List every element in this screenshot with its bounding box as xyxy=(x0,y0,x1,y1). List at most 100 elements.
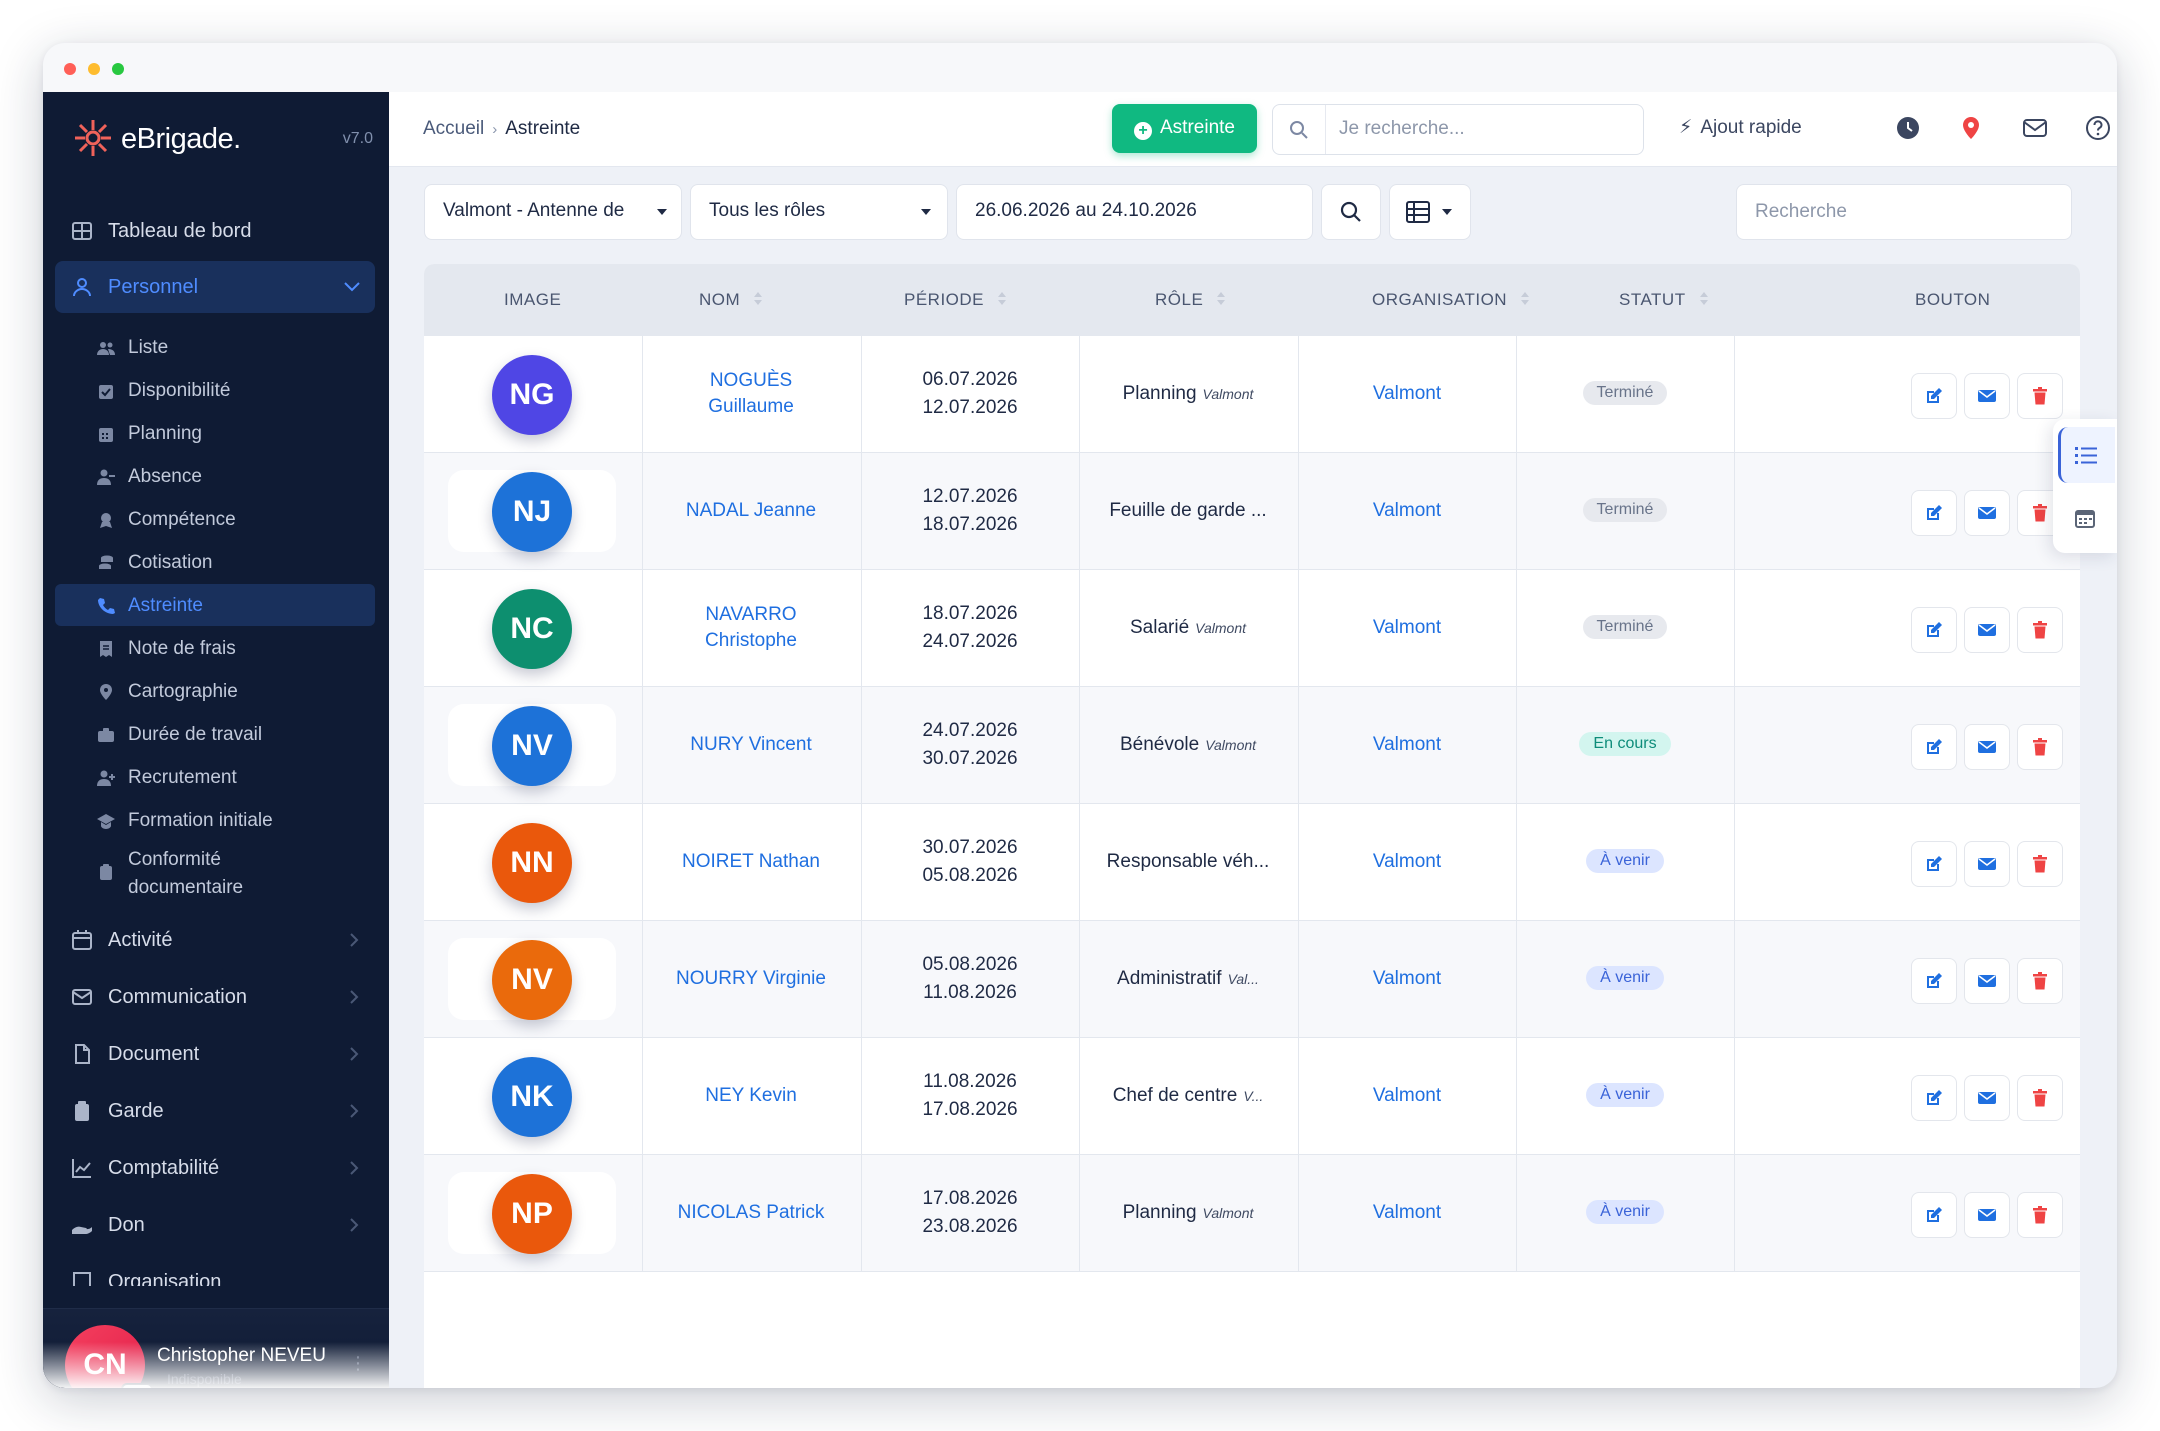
person-name-link[interactable]: NADAL Jeanne xyxy=(642,498,860,524)
sidebar-item-label: Personnel xyxy=(108,276,199,298)
sidebar-subitem-absence[interactable]: Absence xyxy=(55,455,375,497)
organisation-link[interactable]: Valmont xyxy=(1298,851,1516,873)
delete-button[interactable] xyxy=(2017,1192,2063,1238)
sidebar-item-personnel[interactable]: Personnel xyxy=(55,261,375,313)
email-button[interactable] xyxy=(1964,1192,2010,1238)
close-window-button[interactable] xyxy=(64,63,76,75)
period-filter-input[interactable]: 26.06.2026 au 24.10.2026 xyxy=(956,184,1313,240)
sidebar-item-tableau-de-bord[interactable]: Tableau de bord xyxy=(55,205,375,257)
clock-icon[interactable] xyxy=(1894,114,1922,142)
column-divider xyxy=(1734,453,1735,569)
sidebar-subitem-recrutement[interactable]: Recrutement xyxy=(55,756,375,798)
sidebar-item-garde[interactable]: Garde xyxy=(55,1085,375,1137)
search-filter-button[interactable] xyxy=(1321,184,1381,240)
sidebar-subitem-label: Compétence xyxy=(128,509,236,530)
table-search-input[interactable] xyxy=(1753,200,2057,224)
breadcrumb: Accueil › Astreinte xyxy=(423,118,580,140)
column-header-role[interactable]: RÔLE xyxy=(1155,290,1226,310)
quick-add-button[interactable]: ⚡ Ajout rapide xyxy=(1679,116,1802,139)
organisation-link[interactable]: Valmont xyxy=(1298,617,1516,639)
graduation-icon xyxy=(97,814,115,829)
person-name-link[interactable]: NOIRET Nathan xyxy=(642,849,860,875)
sidebar-item-comptabilite[interactable]: Comptabilité xyxy=(55,1142,375,1194)
envelope-icon[interactable] xyxy=(2021,114,2049,142)
person-name-link[interactable]: NOGUÈS Guillaume xyxy=(642,368,860,420)
organisation-link[interactable]: Valmont xyxy=(1298,500,1516,522)
map-marker-icon[interactable] xyxy=(1957,114,1985,142)
help-icon[interactable] xyxy=(2084,114,2112,142)
email-button[interactable] xyxy=(1964,841,2010,887)
add-astreinte-button[interactable]: + Astreinte xyxy=(1112,104,1257,153)
role-name: Chef de centre xyxy=(1112,1085,1238,1106)
edit-button[interactable] xyxy=(1911,841,1957,887)
more-vertical-icon[interactable]: ⋮ xyxy=(349,1353,367,1374)
delete-button[interactable] xyxy=(2017,607,2063,653)
role-cell: Planning Valmont xyxy=(1079,383,1297,405)
person-name-link[interactable]: NOURRY Virginie xyxy=(642,966,860,992)
breadcrumb-home[interactable]: Accueil xyxy=(423,118,484,139)
delete-button[interactable] xyxy=(2017,724,2063,770)
roles-filter-select[interactable]: Tous les rôles xyxy=(690,184,948,240)
sidebar-subitem-competence[interactable]: Compétence xyxy=(55,498,375,540)
sidebar-subitem-planning[interactable]: Planning xyxy=(55,412,375,454)
view-mode-dropdown[interactable] xyxy=(1389,184,1471,240)
sidebar-item-activite[interactable]: Activité xyxy=(55,914,375,966)
email-button[interactable] xyxy=(1964,724,2010,770)
column-header-periode[interactable]: PÉRIODE xyxy=(904,290,1007,310)
edit-button[interactable] xyxy=(1911,724,1957,770)
organisation-link[interactable]: Valmont xyxy=(1298,383,1516,405)
sidebar-subitem-conformite-documentaire[interactable]: Conformité documentaire xyxy=(55,842,375,902)
sidebar-item-don[interactable]: Don xyxy=(55,1199,375,1251)
column-header-nom[interactable]: NOM xyxy=(699,290,763,310)
organisation-link[interactable]: Valmont xyxy=(1298,1085,1516,1107)
organisation-link[interactable]: Valmont xyxy=(1298,968,1516,990)
person-name-link[interactable]: NURY Vincent xyxy=(642,732,860,758)
email-button[interactable] xyxy=(1964,958,2010,1004)
table-search[interactable] xyxy=(1736,184,2072,240)
edit-button[interactable] xyxy=(1911,490,1957,536)
sidebar-item-document[interactable]: Document xyxy=(55,1028,375,1080)
column-header-organisation[interactable]: ORGANISATION xyxy=(1372,290,1530,310)
edit-button[interactable] xyxy=(1911,607,1957,653)
email-button[interactable] xyxy=(1964,607,2010,653)
sidebar-subitem-cotisation[interactable]: Cotisation xyxy=(55,541,375,583)
edit-button[interactable] xyxy=(1911,1075,1957,1121)
sidebar-item-organisation[interactable]: Organisation xyxy=(55,1256,375,1286)
edit-button[interactable] xyxy=(1911,373,1957,419)
person-name-link[interactable]: NICOLAS Patrick xyxy=(642,1200,860,1226)
minimize-window-button[interactable] xyxy=(88,63,100,75)
delete-button[interactable] xyxy=(2017,958,2063,1004)
sidebar-subitem-liste[interactable]: Liste xyxy=(55,326,375,368)
sidebar-subitem-duree-de-travail[interactable]: Durée de travail xyxy=(55,713,375,755)
maximize-window-button[interactable] xyxy=(112,63,124,75)
role-name: Bénévole xyxy=(1119,734,1200,755)
delete-button[interactable] xyxy=(2017,1075,2063,1121)
avatar: NJ xyxy=(492,472,572,552)
section-filter-select[interactable]: Valmont - Antenne de xyxy=(424,184,682,240)
global-search-input[interactable] xyxy=(1337,117,1631,141)
sidebar-subitem-disponibilite[interactable]: Disponibilité xyxy=(55,369,375,411)
column-header-statut[interactable]: STATUT xyxy=(1619,290,1708,310)
delete-button[interactable] xyxy=(2017,373,2063,419)
organisation-link[interactable]: Valmont xyxy=(1298,734,1516,756)
edit-button[interactable] xyxy=(1911,1192,1957,1238)
delete-button[interactable] xyxy=(2017,841,2063,887)
global-search[interactable] xyxy=(1272,104,1644,155)
period-start: 18.07.2026 xyxy=(922,603,1018,624)
person-name-link[interactable]: NAVARRO Christophe xyxy=(642,602,860,654)
email-button[interactable] xyxy=(1964,490,2010,536)
email-button[interactable] xyxy=(1964,373,2010,419)
sidebar-subitem-cartographie[interactable]: Cartographie xyxy=(55,670,375,712)
user-profile[interactable]: CN Christopher NEVEU Indisponible ⋮ xyxy=(43,1308,389,1388)
person-name-link[interactable]: NEY Kevin xyxy=(642,1083,860,1109)
edit-button[interactable] xyxy=(1911,958,1957,1004)
organisation-link[interactable]: Valmont xyxy=(1298,1202,1516,1224)
list-view-tab[interactable] xyxy=(2058,427,2115,483)
sidebar-item-communication[interactable]: Communication xyxy=(55,971,375,1023)
email-button[interactable] xyxy=(1964,1075,2010,1121)
calendar-view-tab[interactable] xyxy=(2058,491,2112,547)
sidebar-subitem-formation-initiale[interactable]: Formation initiale xyxy=(55,799,375,841)
brand-logo[interactable]: eBrigade. v7.0 xyxy=(73,118,373,158)
sidebar-subitem-note-de-frais[interactable]: Note de frais xyxy=(55,627,375,669)
sidebar-subitem-astreinte[interactable]: Astreinte xyxy=(55,584,375,626)
